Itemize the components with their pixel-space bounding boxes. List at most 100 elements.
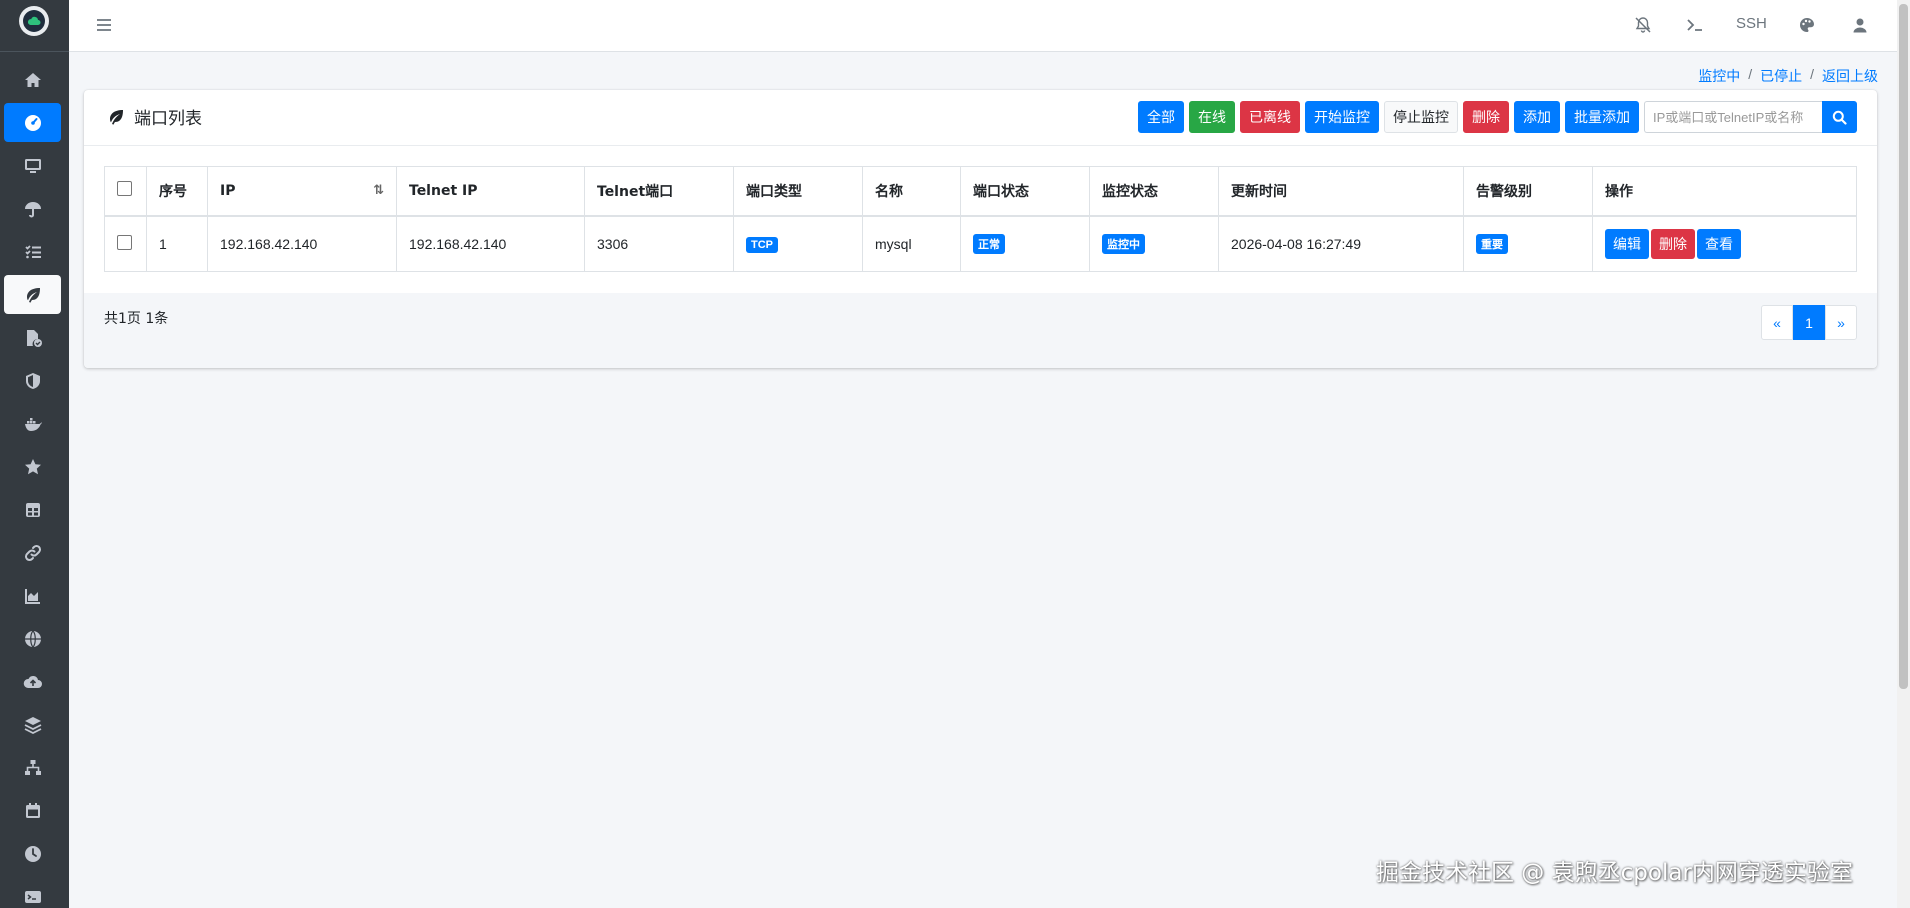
col-header-port-status: 端口状态 [960,166,1090,217]
palette-icon[interactable] [1796,14,1818,36]
port-table: 序号 IP ⇅ Telnet IP Telnet端口 端口类型 名称 端口状态 监… [104,166,1857,272]
sidebar-item-terminal[interactable] [4,877,61,908]
logo-icon[interactable] [19,6,49,36]
col-header-alert-level: 告警级别 [1463,166,1593,217]
sidebar-item-docker[interactable] [4,404,61,443]
sort-icon[interactable]: ⇅ [373,183,384,198]
col-header-monitor-status: 监控状态 [1089,166,1219,217]
cell-name: mysql [862,215,961,272]
globe-icon [24,630,41,647]
terminal-icon [24,890,41,903]
select-all-checkbox[interactable] [117,181,132,197]
desktop-icon [24,158,41,173]
cell-actions: 编辑 删除 查看 [1592,215,1857,272]
scrollbar-thumb[interactable] [1899,4,1908,689]
sidebar-item-tasks[interactable] [4,232,61,271]
card-header: 端口列表 全部 在线 已离线 开始监控 停止监控 删除 添加 批量添加 [84,90,1877,146]
add-button[interactable]: 添加 [1514,101,1560,133]
delete-button[interactable]: 删除 [1463,101,1509,133]
layers-icon [24,716,41,734]
sidebar-item-table[interactable] [4,490,61,529]
card-title-text: 端口列表 [134,109,202,129]
ssh-link[interactable]: SSH [1736,15,1767,32]
sidebar-item-network[interactable] [4,748,61,787]
terminal-prompt-icon[interactable] [1684,14,1706,36]
sidebar-item-favorites[interactable] [4,447,61,486]
col-header-actions: 操作 [1592,166,1857,217]
table-icon [25,502,40,517]
sidebar-item-monitor[interactable] [4,146,61,185]
docker-icon [24,417,42,431]
breadcrumb-back[interactable]: 返回上级 [1822,66,1878,86]
filter-offline-button[interactable]: 已离线 [1240,101,1300,133]
sidebar-divider [0,51,69,52]
calendar-icon [25,802,40,818]
page-current-button[interactable]: 1 [1793,305,1825,340]
col-header-ip[interactable]: IP ⇅ [207,166,397,217]
total-count-text: 共1页 1条 [104,311,169,327]
page-prev-button[interactable]: « [1761,305,1793,340]
star-icon [24,458,41,474]
cell-updated: 2026-04-08 16:27:49 [1218,215,1464,272]
row-checkbox[interactable] [117,234,132,250]
sidebar-item-umbrella[interactable] [4,189,61,228]
alert-level-badge: 重要 [1476,233,1508,254]
breadcrumb-stopped[interactable]: 已停止 [1760,66,1802,86]
filter-online-button[interactable]: 在线 [1189,101,1235,133]
sidebar [0,0,69,908]
user-icon[interactable] [1849,14,1871,36]
card-title: 端口列表 [106,104,202,129]
leaf-icon [26,287,40,303]
filter-all-button[interactable]: 全部 [1138,101,1184,133]
sidebar-item-globe[interactable] [4,619,61,658]
umbrella-icon [24,201,41,217]
col-header-telnet-port: Telnet端口 [584,166,734,217]
breadcrumb-monitoring[interactable]: 监控中 [1698,66,1740,86]
col-header-name: 名称 [862,166,961,217]
stop-monitor-button[interactable]: 停止监控 [1384,101,1458,133]
menu-toggle-icon[interactable] [95,16,113,34]
cell-telnet-port: 3306 [584,215,734,272]
start-monitor-button[interactable]: 开始监控 [1305,101,1379,133]
leaf-icon [110,109,123,125]
port-table-wrap: 序号 IP ⇅ Telnet IP Telnet端口 端口类型 名称 端口状态 监… [104,166,1857,272]
port-list-card: 端口列表 全部 在线 已离线 开始监控 停止监控 删除 添加 批量添加 IP或端… [84,90,1877,368]
cell-telnet-ip: 192.168.42.140 [396,215,585,272]
shield-icon [25,372,40,389]
row-delete-button[interactable]: 删除 [1651,228,1695,259]
col-header-index: 序号 [146,166,208,217]
breadcrumb-separator: / [1810,66,1814,82]
table-row: 1 192.168.42.140 192.168.42.140 3306 TCP… [104,215,1857,272]
batch-add-button[interactable]: 批量添加 [1565,101,1639,133]
sidebar-item-clock[interactable] [4,834,61,873]
bell-slash-icon[interactable] [1632,14,1654,36]
breadcrumb-separator: / [1748,66,1753,82]
sidebar-item-cloud-upload[interactable] [4,662,61,701]
col-header-ip-label: IP [220,182,236,199]
area-chart-icon [24,588,40,604]
sidebar-item-chart[interactable] [4,576,61,615]
search-input[interactable] [1644,101,1822,133]
link-icon [24,544,41,561]
clock-icon [24,845,41,862]
search-button[interactable] [1822,101,1857,133]
sidebar-item-dashboard[interactable] [4,103,61,142]
sidebar-item-home[interactable] [4,60,61,99]
sidebar-item-security[interactable] [4,361,61,400]
home-icon [24,72,41,87]
page-next-button[interactable]: » [1825,305,1857,340]
port-status-badge: 正常 [973,233,1005,254]
sidebar-item-file-check[interactable] [4,318,61,357]
sidebar-item-layers[interactable] [4,705,61,744]
file-check-icon [26,329,42,347]
page-scrollbar[interactable] [1897,0,1910,908]
sidebar-item-ports[interactable] [4,275,61,314]
sidebar-item-calendar[interactable] [4,791,61,830]
edit-button[interactable]: 编辑 [1605,228,1649,259]
cell-index: 1 [146,215,208,272]
top-navbar: SSH [69,0,1897,52]
sidebar-item-links[interactable] [4,533,61,572]
cloud-upload-icon [23,675,42,688]
view-button[interactable]: 查看 [1697,228,1741,259]
gauge-icon [24,114,41,131]
